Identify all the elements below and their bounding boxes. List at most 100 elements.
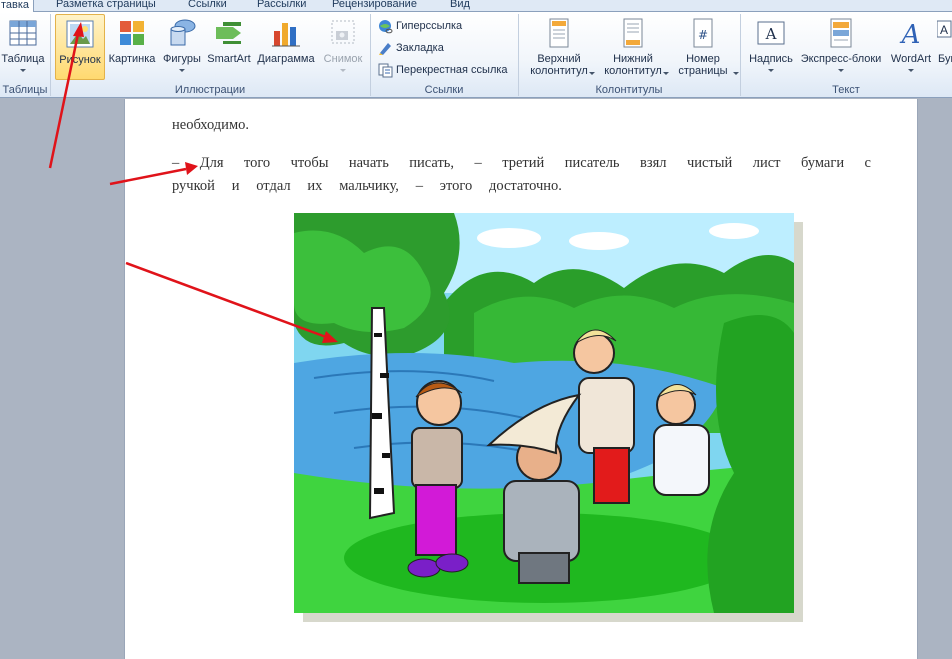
document-word: – <box>172 155 180 171</box>
svg-text:A: A <box>900 20 921 49</box>
header-button-label: Верхний колонтитул <box>530 53 588 77</box>
document-word: с <box>864 155 871 171</box>
globe-link-icon <box>379 20 393 34</box>
bookmark-button[interactable]: Закладка <box>378 39 444 57</box>
cross-reference-icon <box>378 63 393 78</box>
textbox-button[interactable]: A Надпись <box>745 14 797 80</box>
header-icon <box>549 18 569 48</box>
chevron-down-icon <box>589 72 595 75</box>
hyperlink-button[interactable]: Гиперссылка <box>378 17 462 35</box>
chevron-down-icon <box>340 69 346 72</box>
chevron-down-icon <box>908 69 914 72</box>
clipart-button[interactable]: Картинка <box>105 14 159 80</box>
ribbon-tab-bar: тавка Разметка страницы Ссылки Рассылки … <box>0 0 952 13</box>
document-word: достаточно. <box>488 178 562 194</box>
footer-button-label: Нижний колонтитул <box>604 53 662 77</box>
screenshot-button-label: Снимок <box>323 53 363 65</box>
document-word: – <box>474 155 482 171</box>
chevron-down-icon <box>768 69 774 72</box>
svg-text:#: # <box>698 28 708 42</box>
group-label-links: Ссылки <box>424 84 464 96</box>
chevron-down-icon <box>733 72 739 75</box>
group-label-text: Текст <box>832 84 860 96</box>
document-word: лист <box>752 155 781 171</box>
table-button[interactable]: Таблица <box>0 14 46 80</box>
chart-button[interactable]: Диаграмма <box>253 14 319 80</box>
shapes-button[interactable]: Фигуры <box>159 14 205 80</box>
drop-cap-label: Бук <box>938 53 952 65</box>
chevron-down-icon <box>663 72 669 75</box>
picture-button-label: Рисунок <box>59 54 101 66</box>
document-word: этого <box>439 178 473 194</box>
wordart-icon: A <box>900 20 921 49</box>
smartart-button[interactable]: SmartArt <box>205 14 253 80</box>
picture-icon <box>66 20 94 48</box>
document-word: третий <box>502 155 545 171</box>
header-button[interactable]: Верхний колонтитул <box>522 14 596 80</box>
bookmark-icon <box>379 43 391 55</box>
drop-cap-icon: A <box>937 20 952 38</box>
footer-icon <box>623 18 643 48</box>
document-word: бумаги <box>800 155 845 171</box>
document-word: отдал <box>256 178 291 194</box>
shapes-icon <box>170 19 196 46</box>
smartart-icon <box>216 22 241 44</box>
document-word: – <box>415 178 423 194</box>
chevron-down-icon <box>179 69 185 72</box>
chart-button-label: Диаграмма <box>257 53 315 65</box>
wordart-button[interactable]: A WordArt <box>885 14 937 80</box>
chart-icon <box>272 23 300 47</box>
quick-parts-button[interactable]: Экспресс-блоки <box>797 14 885 80</box>
document-word: чистый <box>686 155 733 171</box>
shapes-button-label: Фигуры <box>163 53 201 65</box>
document-page[interactable]: необходимо. – Для того чтобы начать писать, – т… <box>124 99 918 659</box>
screenshot-button[interactable]: Снимок <box>319 14 367 80</box>
document-word: Для <box>199 155 224 171</box>
hyperlink-label: Гиперссылка <box>396 20 463 32</box>
page-number-button[interactable]: # Номер страницы <box>670 14 739 80</box>
document-line: – Для того чтобы начать писать, – третий писател… <box>172 155 871 172</box>
document-word: чтобы <box>290 155 329 171</box>
document-word: ручкой <box>172 178 215 194</box>
quick-parts-button-label: Экспресс-блоки <box>800 53 882 65</box>
page-number-icon: # <box>693 18 713 48</box>
tab-page-layout[interactable]: Разметка страницы <box>56 0 156 12</box>
picture-button[interactable]: Рисунок <box>55 14 105 80</box>
document-line: необходимо. <box>172 117 249 133</box>
group-label-header-footer: Колонтитулы <box>595 84 663 96</box>
tab-references[interactable]: Ссылки <box>188 0 227 12</box>
document-word: и <box>231 178 240 194</box>
footer-button[interactable]: Нижний колонтитул <box>596 14 670 80</box>
clipart-icon <box>120 21 144 45</box>
wordart-button-label: WordArt <box>890 53 932 65</box>
table-icon <box>9 20 37 46</box>
quick-parts-icon <box>830 18 852 48</box>
document-word: писать, <box>409 155 455 171</box>
ribbon: Таблица Таблицы Рисунок Картинка Фигуры <box>0 12 952 98</box>
cartoon-illustration[interactable] <box>294 213 794 613</box>
chevron-down-icon <box>20 69 26 72</box>
tab-mailings[interactable]: Рассылки <box>257 0 306 12</box>
screenshot-icon <box>331 20 355 44</box>
drop-cap-button[interactable]: A Бук <box>937 14 952 80</box>
svg-text:A: A <box>765 25 777 43</box>
document-word: их <box>307 178 323 194</box>
table-button-label: Таблица <box>1 53 45 65</box>
document-word: того <box>243 155 271 171</box>
smartart-button-label: SmartArt <box>207 53 251 65</box>
chevron-down-icon <box>838 69 844 72</box>
document-word: писатель <box>564 155 620 171</box>
document-line: ручкой и отдал их мальчику, – этого достаточно. <box>172 178 562 195</box>
group-label-tables: Таблицы <box>2 84 48 96</box>
bookmark-label: Закладка <box>396 42 444 54</box>
textbox-button-label: Надпись <box>749 53 793 65</box>
clipart-button-label: Картинка <box>108 53 156 65</box>
document-word: мальчику, <box>339 178 399 194</box>
crossref-label: Перекрестная ссылка <box>396 64 508 76</box>
document-word: взял <box>640 155 667 171</box>
tab-review[interactable]: Рецензирование <box>332 0 417 12</box>
tab-view[interactable]: Вид <box>450 0 470 12</box>
textbox-icon: A <box>757 21 785 45</box>
document-word: начать <box>348 155 389 171</box>
crossref-button[interactable]: Перекрестная ссылка <box>378 61 508 79</box>
